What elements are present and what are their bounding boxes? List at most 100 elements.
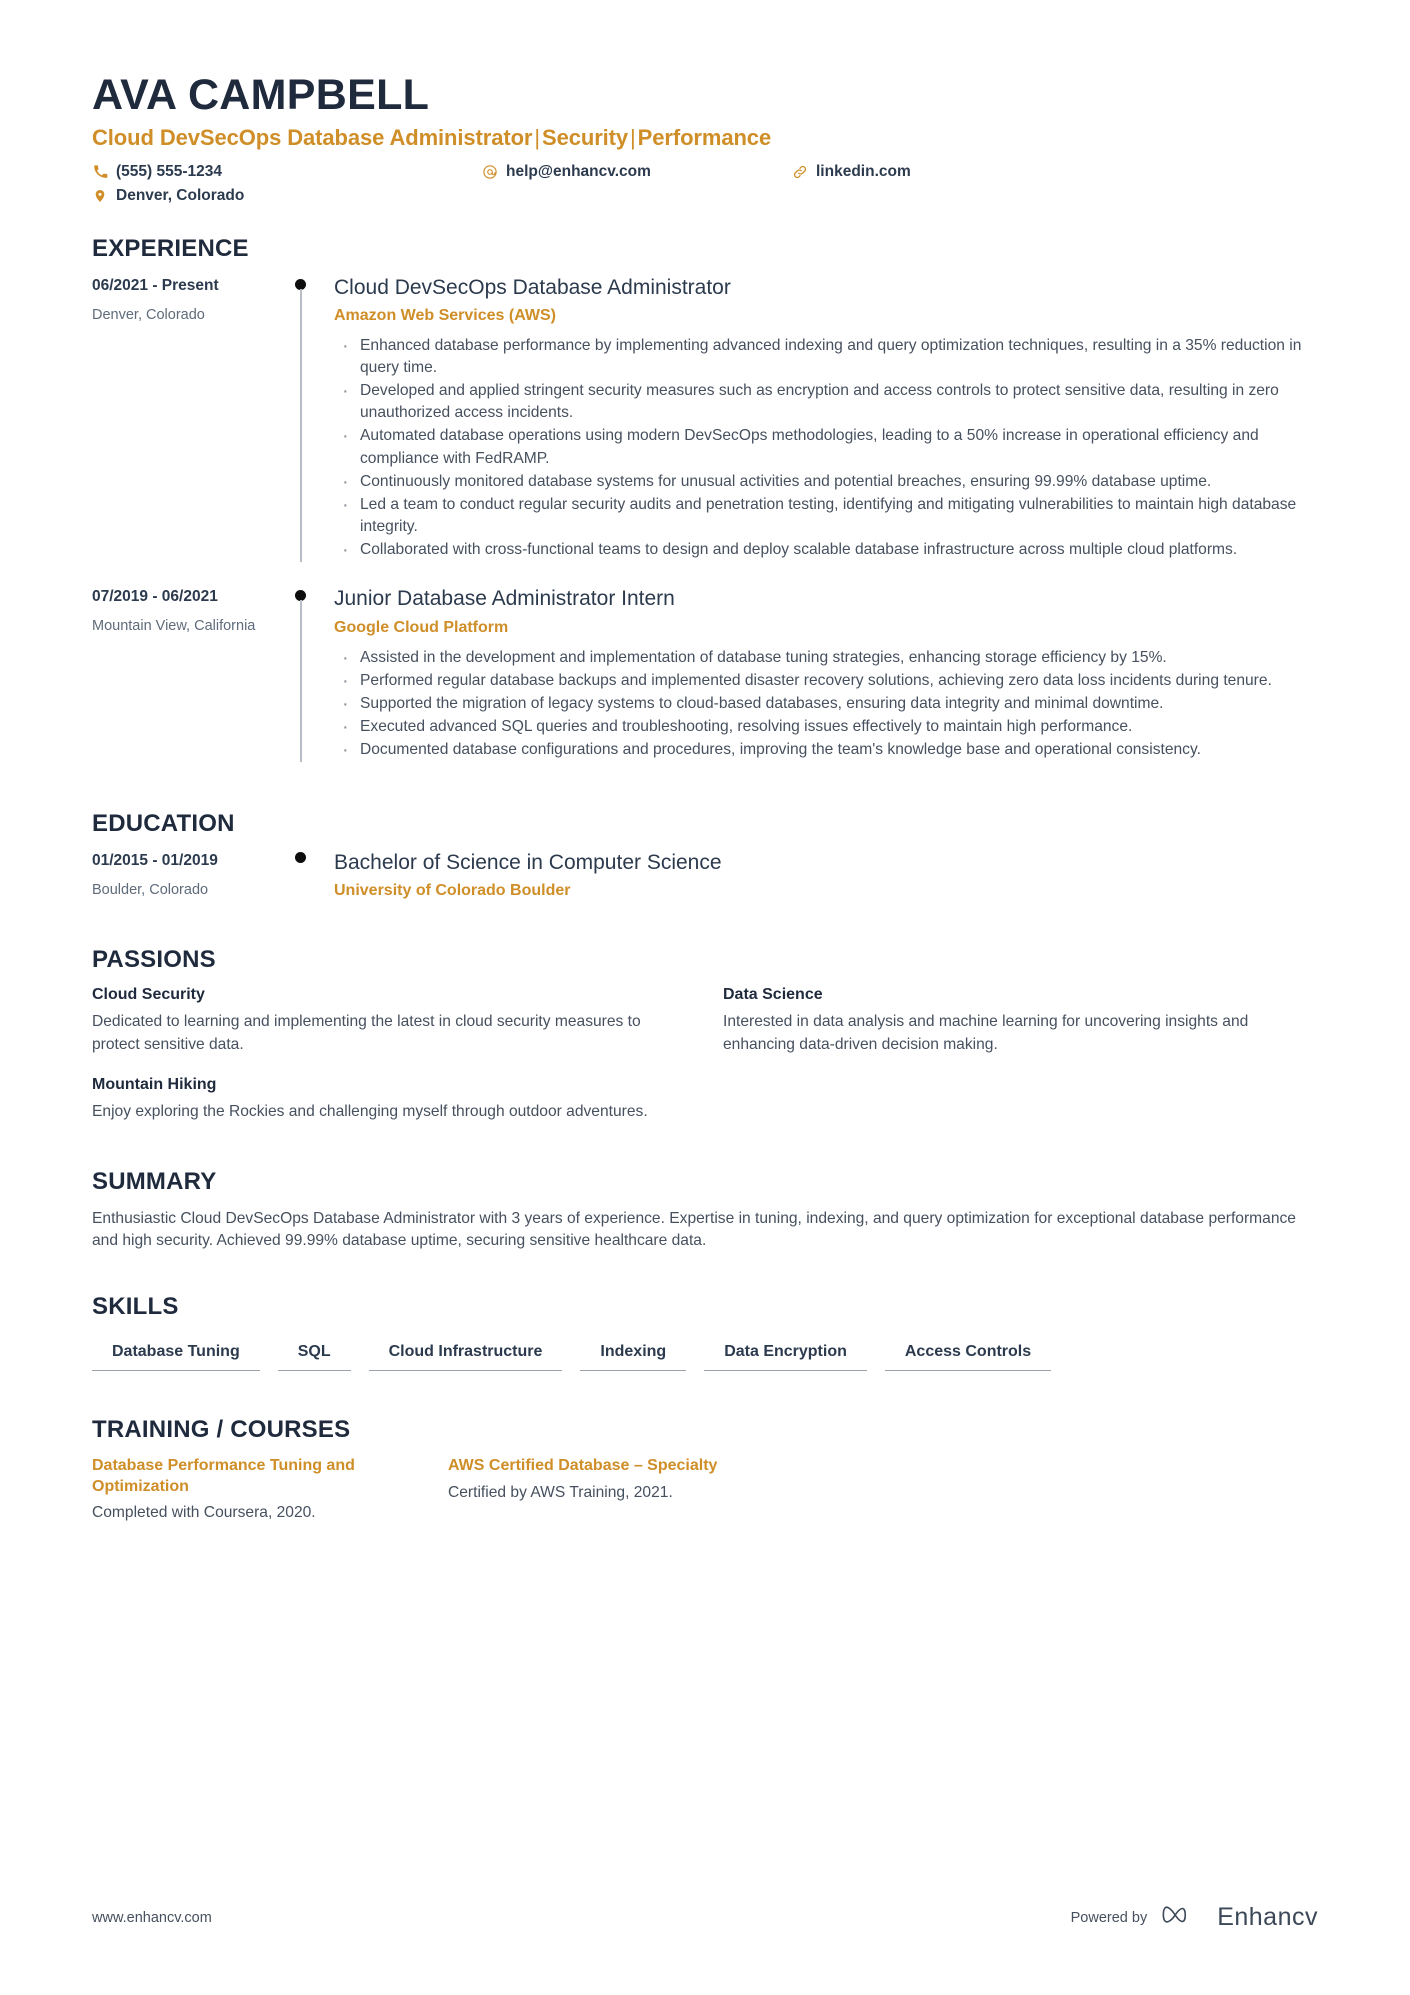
contact-list: (555) 555-1234 help@enhancv.com linkedin… [92,163,1318,205]
education-degree: Bachelor of Science in Computer Science [334,851,722,875]
powered-by-label: Powered by [1070,1909,1148,1926]
timeline-line [300,288,302,563]
education-entry-body: Bachelor of Science in Computer Science … [334,850,1318,906]
experience-job-title: Cloud DevSecOps Database Administrator [334,275,731,299]
contact-email[interactable]: help@enhancv.com [482,163,792,181]
passions-grid: Cloud Security Dedicated to learning and… [92,986,1318,1122]
bullet-item: Supported the migration of legacy system… [334,690,1318,719]
footer-branding: Powered by Enhancv [1071,1902,1318,1933]
section-summary: SUMMARY Enthusiastic Cloud DevSecOps Dat… [92,1168,1318,1253]
enhancv-brand: Enhancv [1161,1902,1318,1933]
location-icon [92,188,108,204]
section-title-passions: PASSIONS [92,946,216,974]
training-description: Certified by AWS Training, 2021. [448,1483,673,1501]
experience-entry: 06/2021 - Present Denver, Colorado Cloud… [92,275,1318,569]
education-location: Boulder, Colorado [92,882,209,899]
enhancv-brand-name: Enhancv [1217,1903,1318,1931]
summary-text: Enthusiastic Cloud DevSecOps Database Ad… [92,1209,1296,1250]
experience-entry: 07/2019 - 06/2021 Mountain View, Califor… [92,586,1318,768]
resume-footer: www.enhancv.com Powered by Enhancv [92,1902,1318,1933]
experience-date: 06/2021 - Present [92,276,219,294]
resume-page: AVA CAMPBELL Cloud DevSecOps Database Ad… [0,0,1410,1995]
section-title-education: EDUCATION [92,810,235,838]
section-title-summary: SUMMARY [92,1167,217,1195]
education-date: 01/2015 - 01/2019 [92,852,218,870]
section-title-experience: EXPERIENCE [92,234,249,262]
headline-separator: | [534,124,541,150]
passion-name: Cloud Security [92,986,205,1004]
passion-description: Dedicated to learning and implementing t… [92,1013,641,1053]
section-experience: EXPERIENCE 06/2021 - Present Denver, Col… [92,235,1318,768]
candidate-name: AVA CAMPBELL [92,71,430,119]
bullet-item: Executed advanced SQL queries and troubl… [334,713,1318,742]
skill-tag: SQL [277,1343,351,1372]
passion-description: Interested in data analysis and machine … [723,1013,1249,1053]
section-training: TRAINING / COURSES Database Performance … [92,1416,1318,1522]
resume-header: AVA CAMPBELL Cloud DevSecOps Database Ad… [92,70,1318,205]
phone-icon [92,164,108,180]
passion-name: Mountain Hiking [92,1075,217,1093]
contact-phone-text: (555) 555-1234 [116,162,222,180]
contact-location: Denver, Colorado [92,187,482,205]
experience-company: Amazon Web Services (AWS) [334,306,556,324]
section-education: EDUCATION 01/2015 - 01/2019 Boulder, Col… [92,810,1318,906]
footer-url[interactable]: www.enhancv.com [92,1910,212,1926]
experience-company: Google Cloud Platform [334,618,509,636]
training-name: Database Performance Tuning and Optimiza… [92,1457,355,1495]
skills-list: Database Tuning SQL Cloud Infrastructure… [92,1343,1318,1372]
timeline-dot-icon [295,852,306,864]
education-entry: 01/2015 - 01/2019 Boulder, Colorado Bach… [92,850,1318,906]
timeline-rail [282,850,334,906]
experience-entry-meta: 06/2021 - Present Denver, Colorado [92,275,282,569]
link-icon [792,164,808,180]
bullet-item: Led a team to conduct regular security a… [334,491,1318,538]
timeline-line [300,600,302,763]
contact-link-text: linkedin.com [816,162,911,180]
bullet-item: Continuously monitored database systems … [334,468,1318,497]
contact-email-text: help@enhancv.com [506,162,651,180]
bullet-item: Assisted in the development and implemen… [334,643,1318,672]
candidate-headline: Cloud DevSecOps Database Administrator|S… [92,125,1318,151]
bullet-item: Performed regular database backups and i… [334,667,1318,696]
bullet-item: Collaborated with cross-functional teams… [334,536,1318,565]
experience-bullets: Enhanced database performance by impleme… [334,332,1318,565]
passion-item: Mountain Hiking Enjoy exploring the Rock… [92,1076,687,1123]
experience-location: Denver, Colorado [92,306,205,323]
experience-location: Mountain View, California [92,618,256,635]
skill-tag: Cloud Infrastructure [368,1343,563,1372]
experience-entry-meta: 07/2019 - 06/2021 Mountain View, Califor… [92,586,282,768]
skill-tag: Data Encryption [704,1343,867,1372]
enhancv-logo-icon [1161,1902,1207,1933]
education-entry-meta: 01/2015 - 01/2019 Boulder, Colorado [92,850,282,906]
experience-entry-body: Cloud DevSecOps Database Administrator A… [334,275,1318,569]
training-description: Completed with Coursera, 2020. [92,1503,316,1521]
timeline-rail [282,275,334,569]
bullet-item: Automated database operations using mode… [334,422,1318,469]
education-school: University of Colorado Boulder [334,882,571,900]
experience-job-title: Junior Database Administrator Intern [334,587,675,611]
skill-tag: Database Tuning [92,1343,260,1372]
section-title-training: TRAINING / COURSES [92,1416,351,1444]
training-grid: Database Performance Tuning and Optimiza… [92,1456,1318,1522]
passion-item: Cloud Security Dedicated to learning and… [92,986,687,1055]
experience-date: 07/2019 - 06/2021 [92,588,218,606]
contact-location-text: Denver, Colorado [116,186,245,204]
skill-tag: Access Controls [884,1343,1052,1372]
headline-part-0: Cloud DevSecOps Database Administrator [92,124,533,150]
bullet-item: Developed and applied stringent security… [334,377,1318,424]
bullet-item: Enhanced database performance by impleme… [334,332,1318,379]
training-item: AWS Certified Database – Specialty Certi… [448,1456,1318,1522]
email-icon [482,164,498,180]
skill-tag: Indexing [580,1343,687,1372]
headline-part-2: Performance [637,124,772,150]
bullet-item: Documented database configurations and p… [334,736,1318,765]
experience-entry-body: Junior Database Administrator Intern Goo… [334,586,1318,768]
contact-phone[interactable]: (555) 555-1234 [92,163,482,181]
training-name: AWS Certified Database – Specialty [448,1457,718,1475]
section-passions: PASSIONS Cloud Security Dedicated to lea… [92,946,1318,1122]
headline-separator: | [630,124,636,150]
section-title-skills: SKILLS [92,1293,179,1321]
contact-link[interactable]: linkedin.com [792,163,1318,181]
passion-description: Enjoy exploring the Rockies and challeng… [92,1102,648,1120]
section-skills: SKILLS Database Tuning SQL Cloud Infrast… [92,1293,1318,1372]
